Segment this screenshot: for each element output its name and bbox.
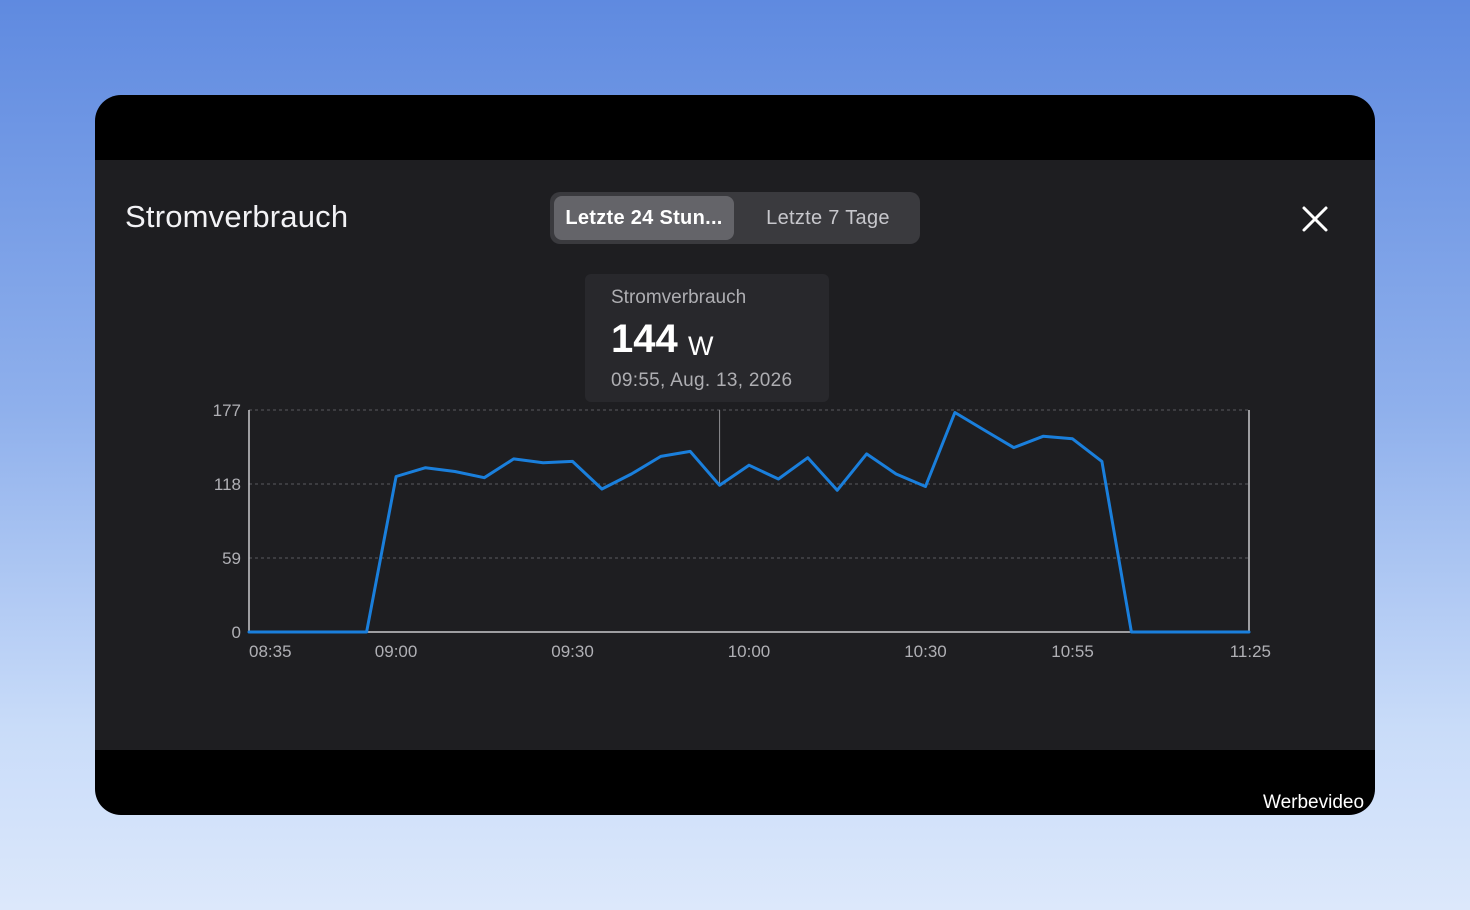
x-tick-label: 10:00: [728, 642, 771, 661]
tooltip-timestamp: 09:55, Aug. 13, 2026: [611, 370, 793, 391]
x-tick-label: 09:30: [551, 642, 594, 661]
y-tick-label: 0: [232, 623, 241, 642]
y-tick-label: 118: [214, 475, 241, 494]
dialog-window: Stromverbrauch Letzte 24 Stun... Letzte …: [95, 95, 1375, 815]
tooltip-unit: W: [688, 331, 714, 361]
y-tick-label: 59: [222, 549, 241, 568]
series-line-power: [247, 411, 1251, 634]
x-tick-label: 10:55: [1051, 642, 1094, 661]
x-tick-label: 10:30: [904, 642, 947, 661]
power-consumption-chart: 0 59 118 177 08:35 09:00 09:30 10:00 10:30 10:55 1…: [213, 401, 1271, 661]
value-tooltip: Stromverbrauch 144 W 09:55, Aug. 13, 202…: [585, 274, 829, 402]
watermark-label: Werbevideo: [1263, 792, 1365, 813]
x-tick-label: 08:35: [249, 642, 292, 661]
tooltip-value: 144: [611, 317, 678, 361]
y-tick-label: 177: [213, 401, 241, 420]
x-tick-label: 11:25: [1230, 642, 1271, 661]
x-tick-label: 09:00: [375, 642, 418, 661]
tooltip-label: Stromverbrauch: [611, 287, 747, 308]
